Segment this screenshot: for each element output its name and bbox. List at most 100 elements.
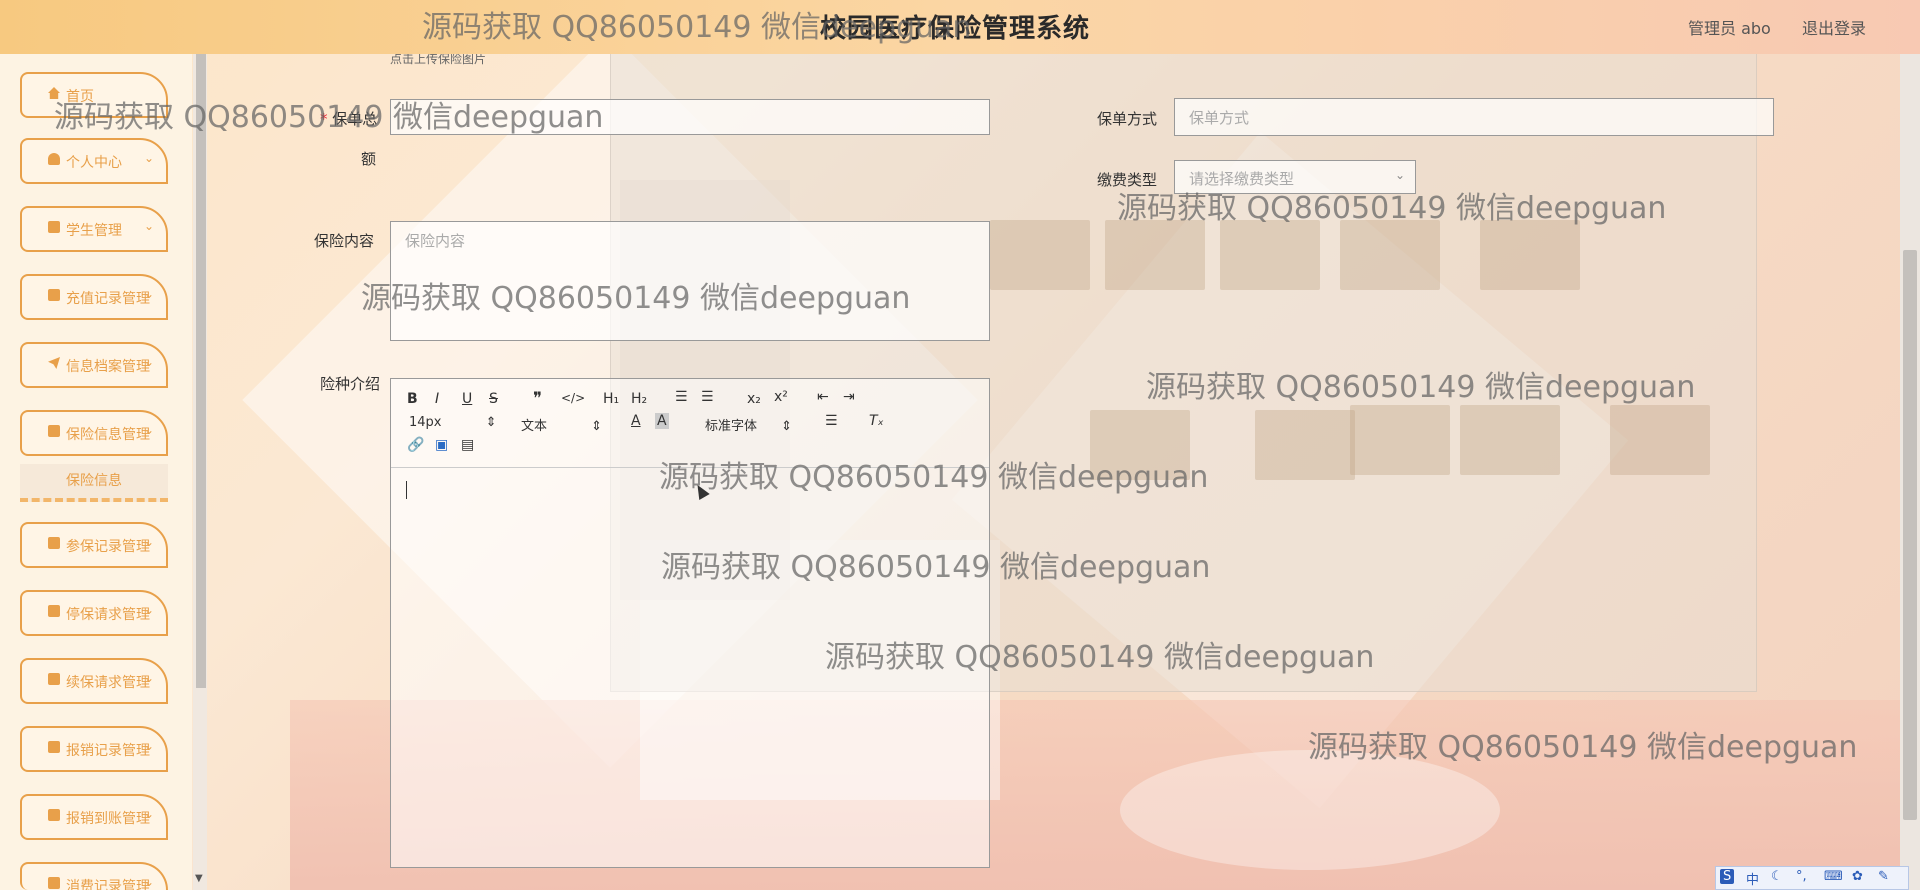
chevron-down-icon: ⌄ [143, 671, 154, 685]
punctuation-icon[interactable]: °, [1796, 869, 1807, 884]
sidebar-item-archive[interactable]: 信息档案管理 ⌄ [20, 342, 168, 388]
sidebar-item-renew[interactable]: 续保请求管理 ⌄ [20, 658, 168, 704]
chevron-down-icon: ⌄ [143, 219, 154, 233]
watermark: 源码获取 QQ86050149 微信deepguan [422, 10, 972, 45]
chevron-down-icon: ⌄ [143, 355, 154, 369]
user-icon [48, 153, 60, 165]
bold-icon[interactable]: B [407, 391, 418, 407]
chart-icon [48, 537, 60, 549]
video-icon[interactable]: ▤ [461, 437, 474, 453]
chevron-down-icon: ⌄ [143, 535, 154, 549]
outdent-icon[interactable]: ⇤ [817, 389, 829, 405]
chevron-down-icon: ⌄ [143, 423, 154, 437]
code-icon[interactable]: </> [561, 391, 585, 405]
sidebar-item-insurance[interactable]: 保险信息管理 ⌄ [20, 410, 168, 456]
keyboard-icon[interactable]: ⌨ [1824, 869, 1843, 884]
sidebar-item-payout[interactable]: 报销到账管理 ⌄ [20, 794, 168, 840]
watermark: 源码获取 QQ86050149 微信deepguan [54, 100, 604, 135]
indent-icon[interactable]: ⇥ [843, 389, 855, 405]
font-size-value: 14px [409, 415, 442, 430]
ime-toolbar[interactable]: S 中 ☾ °, ⌨ ✿ ✎ [1715, 866, 1909, 890]
ghost-thumbnail [1340, 220, 1440, 290]
strikethrough-icon[interactable]: S [489, 391, 498, 407]
watermark: 源码获取 QQ86050149 微信deepguan [825, 640, 1375, 675]
quote-icon[interactable]: ❞ [533, 389, 542, 409]
scroll-down-arrow-icon[interactable]: ▼ [195, 873, 203, 884]
watermark: 源码获取 QQ86050149 微信deepguan [1117, 191, 1667, 226]
ime-logo-icon: S [1720, 869, 1735, 884]
skin-icon[interactable]: ✿ [1852, 869, 1863, 884]
sidebar-item-suspend[interactable]: 停保请求管理 ⌄ [20, 590, 168, 636]
chart-icon [48, 877, 60, 889]
font-size-select[interactable]: 14px ⇕ [409, 415, 497, 430]
page-scrollbar-thumb[interactable] [1903, 250, 1917, 820]
chevron-down-icon: ⌄ [143, 603, 154, 617]
sidebar-item-personal[interactable]: 个人中心 ⌄ [20, 138, 168, 184]
image-icon[interactable]: ▣ [435, 437, 448, 453]
ime-chinese-mode[interactable]: 中 [1746, 869, 1759, 888]
sidebar-item-enrollment[interactable]: 参保记录管理 ⌄ [20, 522, 168, 568]
amount-label-cont: 额 [361, 150, 377, 168]
sidebar-item-label: 停保请求管理 [66, 607, 150, 623]
chevron-down-icon: ⌄ [143, 739, 154, 753]
chevron-down-icon: ⌄ [143, 807, 154, 821]
ordered-list-icon[interactable]: ☰ [675, 389, 688, 405]
sidebar-item-label: 消费记录管理 [66, 879, 150, 890]
updown-icon: ⇕ [591, 419, 603, 434]
updown-icon: ⇕ [781, 419, 793, 434]
block-type-select[interactable]: 文本 ⇕ [521, 415, 602, 434]
logout-link[interactable]: 退出登录 [1802, 15, 1866, 39]
clear-format-icon[interactable]: Tₓ [869, 413, 884, 429]
chevron-down-icon: ⌄ [143, 875, 154, 889]
sidebar-item-label: 报销记录管理 [66, 743, 150, 759]
grid-icon [48, 221, 60, 233]
current-user: 管理员 abo [1688, 19, 1771, 38]
chevron-down-icon: ⌄ [1394, 168, 1405, 182]
grid-icon [48, 605, 60, 617]
chevron-down-icon: ⌄ [143, 287, 154, 301]
font-family-value: 标准字体 [705, 419, 758, 434]
intro-label: 险种介绍 [320, 375, 381, 393]
sidebar-item-consumption[interactable]: 消费记录管理 ⌄ [20, 862, 168, 890]
ghost-thumbnail [1255, 410, 1355, 480]
background-box [1120, 750, 1500, 870]
watermark: 源码获取 QQ86050149 微信deepguan [361, 281, 911, 316]
moon-icon[interactable]: ☾ [1771, 869, 1783, 884]
font-family-select[interactable]: 标准字体 ⇕ [705, 415, 792, 434]
font-color-icon[interactable]: A [631, 413, 641, 429]
ghost-thumbnail [1220, 220, 1320, 290]
method-input[interactable]: 保单方式 [1174, 98, 1774, 136]
settings-icon[interactable]: ✎ [1878, 869, 1889, 884]
chevron-down-icon: ⌄ [143, 151, 154, 165]
heading2-icon[interactable]: H₂ [631, 391, 647, 407]
method-label: 保单方式 [1097, 110, 1158, 128]
grid-icon [48, 809, 60, 821]
sidebar-subitem-insurance-info[interactable]: 保险信息 [20, 464, 168, 502]
watermark: 源码获取 QQ86050149 微信deepguan [1308, 730, 1858, 765]
ghost-thumbnail [990, 220, 1090, 290]
ghost-thumbnail [1105, 220, 1205, 290]
heading1-icon[interactable]: H₁ [603, 391, 619, 407]
list-icon [48, 673, 60, 685]
bullet-list-icon[interactable]: ☰ [701, 389, 714, 405]
send-icon [48, 357, 60, 369]
message-icon [48, 289, 60, 301]
underline-icon[interactable]: U [462, 391, 472, 407]
sidebar-item-recharge[interactable]: 充值记录管理 ⌄ [20, 274, 168, 320]
italic-icon[interactable]: I [435, 391, 439, 407]
sidebar-item-reimburse[interactable]: 报销记录管理 ⌄ [20, 726, 168, 772]
sidebar-item-label: 保险信息管理 [66, 427, 150, 443]
block-type-value: 文本 [521, 419, 548, 434]
sidebar-item-students[interactable]: 学生管理 ⌄ [20, 206, 168, 252]
sidebar-item-label: 参保记录管理 [66, 539, 150, 555]
ghost-thumbnail [1350, 405, 1450, 475]
updown-icon: ⇕ [485, 415, 497, 430]
superscript-icon[interactable]: x² [774, 389, 788, 405]
background-color-icon[interactable]: A [655, 413, 669, 429]
link-icon[interactable]: 🔗 [407, 437, 424, 453]
sidebar-scrollbar-thumb[interactable] [196, 54, 206, 688]
align-icon[interactable]: ☰ [825, 413, 838, 429]
subscript-icon[interactable]: x₂ [747, 391, 761, 407]
text-caret [406, 481, 407, 499]
sidebar-item-label: 个人中心 [66, 155, 122, 171]
